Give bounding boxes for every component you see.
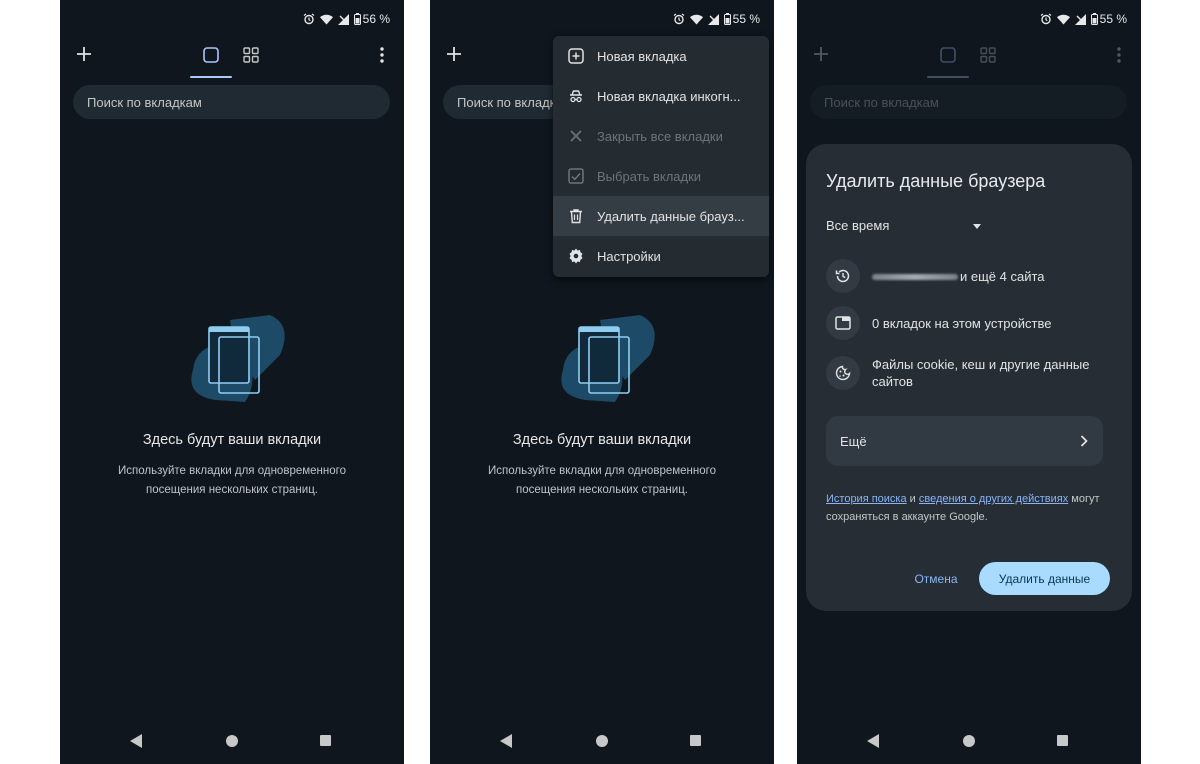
selected-tab-indicator: [190, 76, 232, 78]
home-icon[interactable]: [226, 735, 238, 747]
more-options-icon: [1117, 47, 1121, 63]
battery-percent: 55 %: [732, 12, 760, 26]
cookies-text: Файлы cookie, кеш и другие данные сайтов: [872, 357, 1090, 389]
system-nav-bar: [430, 732, 774, 752]
empty-state-subtitle: Используйте вкладки для одновременного п…: [118, 465, 346, 496]
back-icon[interactable]: [130, 734, 142, 748]
clear-browsing-data-dialog: Удалить данные браузера Все время и ещё …: [806, 144, 1132, 611]
tab-groups-icon[interactable]: [242, 46, 260, 64]
trash-icon: [570, 209, 582, 224]
search-tabs-input: Поиск по вкладкам: [810, 85, 1127, 119]
status-bar: 56 %: [303, 10, 390, 28]
alarm-icon: [1040, 13, 1052, 25]
incognito-icon: [570, 90, 582, 103]
tabs-row: 0 вкладок на этом устройстве: [826, 306, 1116, 340]
menu-item-clear-browsing-data[interactable]: Удалить данные брауз...: [553, 196, 769, 236]
chevron-right-icon: [1080, 435, 1088, 447]
wifi-icon: [1056, 14, 1070, 24]
search-history-link[interactable]: История поиска: [826, 493, 907, 505]
checkbox-icon: [568, 168, 584, 184]
phone-screen-clear-data-dialog: 55 % Поиск по вкладкам Удалить данные бр…: [797, 0, 1141, 764]
gear-icon: [569, 248, 583, 264]
more-options-button[interactable]: Ещё: [826, 416, 1103, 466]
tab-icon: [826, 306, 860, 340]
phone-screen-tab-switcher: 56 % Поиск по вкладкам Здесь будут ваши …: [60, 0, 404, 764]
menu-item-label: Удалить данные брауз...: [597, 208, 745, 224]
tabs-text: 0 вкладок на этом устройстве: [872, 315, 1052, 331]
note-and: и: [906, 493, 919, 505]
system-nav-bar: [797, 732, 1141, 752]
more-options-icon[interactable]: [372, 45, 392, 65]
menu-item-label: Новая вкладка: [597, 48, 687, 64]
wifi-icon: [319, 14, 333, 24]
dropdown-caret-icon[interactable]: [973, 224, 981, 229]
cookie-icon: [826, 356, 860, 390]
cancel-button[interactable]: Отмена: [904, 563, 968, 595]
status-bar: 55 %: [673, 10, 760, 28]
more-label: Ещё: [840, 433, 867, 449]
new-tab-plus-icon[interactable]: [74, 44, 94, 64]
signal-icon: [707, 13, 719, 25]
battery-icon: [1090, 13, 1098, 25]
recents-icon[interactable]: [1057, 735, 1068, 746]
blurred-site-url: [872, 274, 958, 281]
battery-percent: 55 %: [1099, 12, 1127, 26]
empty-state-title: Здесь будут ваши вкладки: [142, 432, 322, 448]
battery-icon: [353, 13, 361, 25]
battery-percent: 56 %: [362, 12, 390, 26]
signal-icon: [337, 13, 349, 25]
search-placeholder: Поиск по вкладкам: [824, 94, 939, 110]
new-tab-plus-icon: [814, 47, 828, 61]
history-icon: [826, 259, 860, 293]
empty-state-subtitle: Используйте вкладки для одновременного п…: [488, 465, 716, 496]
menu-item-label: Настройки: [597, 248, 661, 264]
search-placeholder: Поиск по вкладкам: [87, 94, 202, 110]
recents-icon[interactable]: [690, 735, 701, 746]
normal-tabs-icon[interactable]: [202, 46, 220, 64]
add-box-icon: [568, 48, 584, 64]
other-activity-link[interactable]: сведения о других действиях: [919, 493, 1068, 505]
google-account-note: История поиска и сведения о других дейст…: [826, 490, 1116, 526]
signal-icon: [1074, 13, 1086, 25]
history-row: и ещё 4 сайта: [826, 259, 1116, 293]
menu-item-settings[interactable]: Настройки: [553, 236, 769, 276]
home-icon[interactable]: [596, 735, 608, 747]
menu-item-close-all-tabs[interactable]: Закрыть все вкладки: [553, 116, 769, 156]
battery-status: 55 %: [723, 12, 760, 26]
selected-tab-indicator: [927, 76, 969, 78]
menu-item-select-tabs[interactable]: Выбрать вкладки: [553, 156, 769, 196]
dialog-title: Удалить данные браузера: [826, 171, 1046, 191]
tabs-illustration-icon: [561, 315, 655, 402]
battery-status: 56 %: [353, 12, 390, 26]
empty-state-title: Здесь будут ваши вкладки: [512, 432, 692, 448]
time-range-dropdown[interactable]: Все время: [826, 218, 889, 233]
normal-tabs-icon: [940, 47, 956, 63]
recents-icon[interactable]: [320, 735, 331, 746]
back-icon[interactable]: [867, 734, 879, 748]
close-icon: [570, 130, 582, 142]
search-tabs-input[interactable]: Поиск по вкладкам: [73, 85, 390, 119]
overflow-menu: Новая вкладка Новая вкладка инкогн... За…: [553, 36, 769, 277]
new-tab-plus-icon[interactable]: [444, 44, 464, 64]
cookies-row: Файлы cookie, кеш и другие данные сайтов: [826, 356, 1116, 390]
delete-data-button[interactable]: Удалить данные: [979, 562, 1110, 595]
menu-item-label: Новая вкладка инкогн...: [597, 88, 741, 104]
system-nav-bar: [60, 732, 404, 752]
wifi-icon: [689, 14, 703, 24]
home-icon[interactable]: [963, 735, 975, 747]
menu-item-new-incognito-tab[interactable]: Новая вкладка инкогн...: [553, 76, 769, 116]
alarm-icon: [303, 13, 315, 25]
battery-status: 55 %: [1090, 12, 1127, 26]
alarm-icon: [673, 13, 685, 25]
menu-item-label: Выбрать вкладки: [597, 168, 702, 184]
status-bar: 55 %: [1040, 10, 1127, 28]
tab-groups-icon: [980, 47, 996, 63]
history-sites-text: и ещё 4 сайта: [960, 268, 1045, 284]
menu-item-new-tab[interactable]: Новая вкладка: [553, 36, 769, 76]
back-icon[interactable]: [500, 734, 512, 748]
menu-item-label: Закрыть все вкладки: [597, 128, 723, 144]
phone-screen-menu-open: 55 % Поиск по вкладкам Здесь будут ваши …: [430, 0, 774, 764]
battery-icon: [723, 13, 731, 25]
tabs-illustration-icon: [191, 315, 285, 402]
